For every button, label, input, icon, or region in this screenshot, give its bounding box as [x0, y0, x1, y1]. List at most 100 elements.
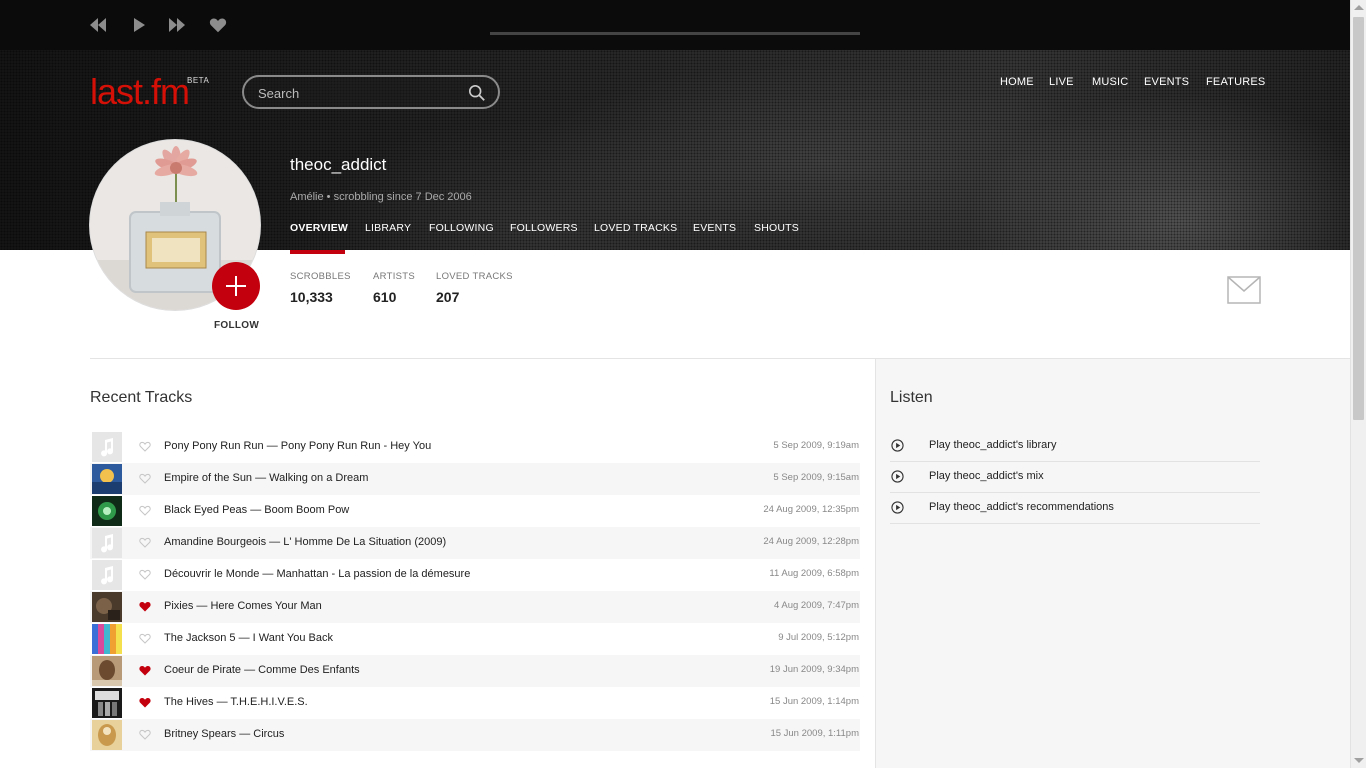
scrollbar[interactable] [1350, 0, 1366, 768]
nav-events[interactable]: EVENTS [1144, 76, 1189, 90]
tab-events[interactable]: EVENTS [693, 222, 736, 234]
beta-badge: BETA [187, 76, 210, 85]
fast-forward-icon[interactable] [167, 16, 187, 34]
album-art[interactable] [92, 464, 122, 494]
track-row[interactable]: Coeur de Pirate — Comme Des Enfants 19 Ju… [90, 655, 860, 687]
track-title[interactable]: Pony Pony Run Run — Pony Pony Run Run - … [164, 440, 431, 452]
track-title[interactable]: Black Eyed Peas — Boom Boom Pow [164, 504, 349, 516]
track-row[interactable]: Empire of the Sun — Walking on a Dream 5 … [90, 463, 860, 495]
track-timestamp: 4 Aug 2009, 7:47pm [773, 600, 859, 611]
track-title[interactable]: Britney Spears — Circus [164, 728, 284, 740]
stat-scrobbles-label: SCROBBLES [290, 271, 351, 282]
listen-recommendations[interactable]: Play theoc_addict's recommendations [890, 493, 1260, 524]
profile-username: theoc_addict [290, 155, 387, 174]
track-title[interactable]: Pixies — Here Comes Your Man [164, 600, 322, 612]
heart-outline-icon[interactable] [139, 633, 151, 644]
tab-loved-tracks[interactable]: LOVED TRACKS [594, 222, 677, 234]
play-circle-icon [891, 470, 904, 483]
heart-outline-icon[interactable] [139, 441, 151, 452]
listen-item-label: Play theoc_addict's library [929, 439, 1057, 451]
recent-tracks-title: Recent Tracks [90, 389, 193, 406]
nav-live[interactable]: LIVE [1049, 76, 1074, 90]
track-timestamp: 15 Jun 2009, 1:14pm [769, 696, 859, 707]
stat-artists-value[interactable]: 610 [373, 289, 396, 305]
follow-button[interactable] [212, 262, 260, 310]
track-timestamp: 11 Aug 2009, 6:58pm [769, 568, 859, 579]
track-row[interactable]: Pixies — Here Comes Your Man 4 Aug 2009, … [90, 591, 860, 623]
album-art[interactable] [92, 624, 122, 654]
album-art[interactable] [92, 528, 122, 558]
tab-shouts[interactable]: SHOUTS [754, 222, 799, 234]
track-title[interactable]: Empire of the Sun — Walking on a Dream [164, 472, 368, 484]
album-art[interactable] [92, 656, 122, 686]
track-row[interactable]: Black Eyed Peas — Boom Boom Pow 24 Aug 20… [90, 495, 860, 527]
listen-item-label: Play theoc_addict's recommendations [929, 501, 1114, 513]
tab-library[interactable]: LIBRARY [365, 222, 411, 234]
nav-home[interactable]: HOME [1000, 76, 1034, 90]
listen-library[interactable]: Play theoc_addict's library [890, 431, 1260, 462]
track-row[interactable]: Britney Spears — Circus 15 Jun 2009, 1:11… [90, 719, 860, 751]
recent-tracks-list: Pony Pony Run Run — Pony Pony Run Run - … [90, 431, 860, 751]
track-row[interactable]: Découvrir le Monde — Manhattan - La pass… [90, 559, 860, 591]
listen-panel [875, 359, 1350, 768]
tab-overview[interactable]: OVERVIEW [290, 222, 348, 234]
tab-following[interactable]: FOLLOWING [429, 222, 494, 234]
follow-label[interactable]: FOLLOW [214, 320, 259, 331]
track-timestamp: 5 Sep 2009, 9:19am [773, 440, 859, 451]
track-title[interactable]: Découvrir le Monde — Manhattan - La pass… [164, 568, 470, 580]
track-timestamp: 24 Aug 2009, 12:28pm [763, 536, 859, 547]
active-tab-indicator [290, 250, 345, 254]
heart-outline-icon[interactable] [139, 537, 151, 548]
album-art[interactable] [92, 688, 122, 718]
player-bar [0, 0, 1350, 50]
heart-icon[interactable] [208, 16, 228, 34]
album-art[interactable] [92, 560, 122, 590]
scroll-down-icon[interactable] [1354, 758, 1364, 763]
heart-outline-icon[interactable] [139, 505, 151, 516]
track-row[interactable]: Pony Pony Run Run — Pony Pony Run Run - … [90, 431, 860, 463]
scroll-up-icon[interactable] [1354, 5, 1364, 10]
heart-outline-icon[interactable] [139, 473, 151, 484]
track-row[interactable]: Amandine Bourgeois — L' Homme De La Situ… [90, 527, 860, 559]
album-art[interactable] [92, 496, 122, 526]
heart-outline-icon[interactable] [139, 569, 151, 580]
track-title[interactable]: Amandine Bourgeois — L' Homme De La Situ… [164, 536, 446, 548]
play-icon[interactable] [129, 16, 149, 34]
track-title[interactable]: The Jackson 5 — I Want You Back [164, 632, 333, 644]
album-art[interactable] [92, 720, 122, 750]
search-box [242, 75, 500, 109]
profile-subinfo: Amélie • scrobbling since 7 Dec 2006 [290, 191, 472, 203]
track-row[interactable]: The Jackson 5 — I Want You Back 9 Jul 200… [90, 623, 860, 655]
scroll-thumb[interactable] [1353, 17, 1364, 420]
rewind-icon[interactable] [88, 16, 108, 34]
heart-filled-icon[interactable] [139, 665, 151, 676]
heart-filled-icon[interactable] [139, 697, 151, 708]
heart-outline-icon[interactable] [139, 729, 151, 740]
play-circle-icon [891, 501, 904, 514]
track-timestamp: 9 Jul 2009, 5:12pm [778, 632, 859, 643]
nav-features[interactable]: FEATURES [1206, 76, 1265, 90]
stat-artists-label: ARTISTS [373, 271, 416, 282]
lastfm-logo[interactable]: last.fm [90, 72, 190, 112]
stat-loved-tracks-value[interactable]: 207 [436, 289, 459, 305]
track-timestamp: 19 Jun 2009, 9:34pm [769, 664, 859, 675]
stat-scrobbles-value[interactable]: 10,333 [290, 289, 333, 305]
heart-filled-icon[interactable] [139, 601, 151, 612]
album-art[interactable] [92, 592, 122, 622]
nav-music[interactable]: MUSIC [1092, 76, 1128, 90]
track-title[interactable]: The Hives — T.H.E.H.I.V.E.S. [164, 696, 308, 708]
tab-followers[interactable]: FOLLOWERS [510, 222, 578, 234]
listen-mix[interactable]: Play theoc_addict's mix [890, 462, 1260, 493]
track-timestamp: 24 Aug 2009, 12:35pm [763, 504, 859, 515]
search-icon[interactable] [468, 84, 486, 102]
track-timestamp: 5 Sep 2009, 9:15am [773, 472, 859, 483]
track-title[interactable]: Coeur de Pirate — Comme Des Enfants [164, 664, 360, 676]
album-art[interactable] [92, 432, 122, 462]
stat-loved-tracks-label: LOVED TRACKS [436, 271, 513, 282]
track-row[interactable]: The Hives — T.H.E.H.I.V.E.S. 15 Jun 2009,… [90, 687, 860, 719]
listen-item-label: Play theoc_addict's mix [929, 470, 1044, 482]
track-progress-bar[interactable] [490, 32, 860, 35]
track-timestamp: 15 Jun 2009, 1:11pm [770, 728, 859, 739]
search-input[interactable] [258, 83, 458, 103]
mail-icon[interactable] [1227, 276, 1261, 304]
